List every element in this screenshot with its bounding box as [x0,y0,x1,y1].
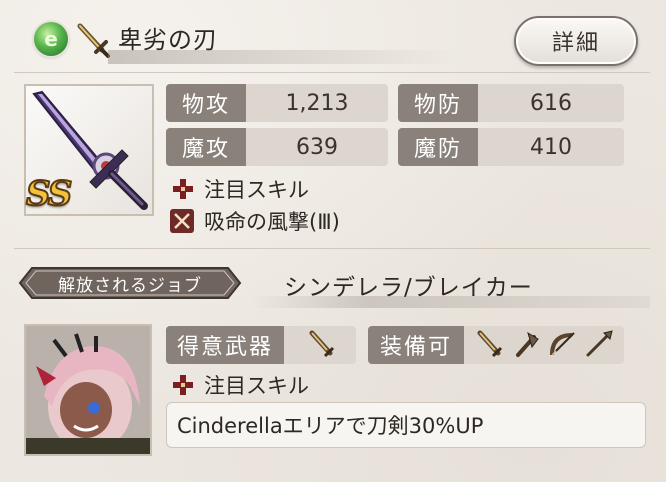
stat-value: 1,213 [285,90,349,116]
stat-value: 639 [296,134,338,160]
stat-label: 物攻 [166,84,246,122]
equippable-box: 装備可 [368,326,624,364]
job-featured-skill-header: 注目スキル [172,370,309,400]
spear-icon [586,330,613,357]
character-illustration [26,326,150,454]
bow-icon [550,332,575,356]
header-underline [108,50,458,64]
stat-label: 魔攻 [166,128,246,166]
stat-physical-defense: 物防 616 [398,84,624,122]
stat-magic-defense: 魔防 410 [398,128,624,166]
crossed-swords-skill-icon [170,209,194,233]
job-tag-label: 解放されるジョブ [58,275,202,296]
axe-icon [516,331,539,357]
divider [14,72,650,73]
stat-magic-attack: 魔攻 639 [166,128,388,166]
wind-element-icon: e [34,22,68,56]
cross-icon [173,179,193,199]
favorite-weapon-label: 得意武器 [166,326,284,364]
sword-icon [77,23,110,58]
job-skill-note: Cinderellaエリアで刀剣30%UP [166,402,646,448]
stat-label: 物防 [398,84,478,122]
equippable-label: 装備可 [368,326,464,364]
stat-physical-attack: 物攻 1,213 [166,84,388,122]
stat-value: 616 [530,90,572,116]
divider [14,248,650,249]
weapon-skill[interactable]: 吸命の風撃(Ⅲ) [170,206,340,236]
sword-icon [477,330,503,358]
skill-label: 吸命の風撃(Ⅲ) [204,210,340,234]
featured-skill-header: 注目スキル [172,174,309,204]
rarity-badge: SS [25,173,73,215]
cross-icon [173,375,193,395]
skill-label: 注目スキル [204,374,309,398]
stat-value: 410 [530,134,572,160]
character-portrait[interactable] [24,324,152,456]
favorite-weapon-icons [306,329,338,365]
equippable-icons [474,329,614,361]
favorite-weapon-box: 得意武器 [166,326,356,364]
weapon-info-panel: e 卑劣の刃 詳細 SS 物攻 1,213 物防 616 魔攻 639 魔防 4… [0,0,666,482]
stat-label: 魔防 [398,128,478,166]
details-button[interactable]: 詳細 [514,16,638,66]
skill-label: 注目スキル [204,178,309,202]
job-underline [250,296,650,308]
sword-icon [309,330,335,358]
unlocked-job-tag: 解放されるジョブ [18,266,242,300]
